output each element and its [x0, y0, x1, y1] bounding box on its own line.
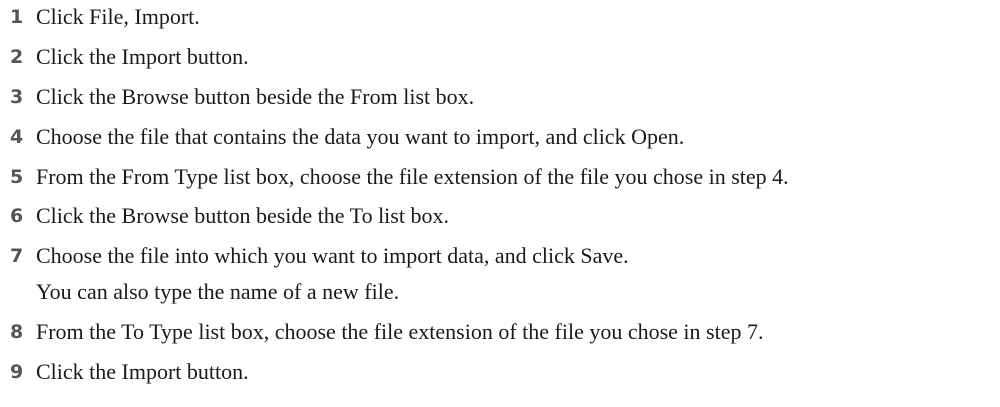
list-item: 5 From the From Type list box, choose th… — [0, 160, 789, 194]
list-item: 6 Click the Browse button beside the To … — [0, 199, 449, 233]
step-text: Choose the file that contains the data y… — [36, 124, 685, 149]
step-number: 6 — [10, 205, 24, 227]
list-item: 8 From the To Type list box, choose the … — [0, 315, 763, 349]
step-text: Click File, Import. — [36, 4, 200, 29]
step-number: 4 — [10, 126, 24, 148]
step-text: From the To Type list box, choose the fi… — [36, 319, 764, 344]
step-text: Click the Import button. — [36, 359, 249, 384]
list-item: 1 Click File, Import. — [0, 0, 200, 34]
step-number: 2 — [10, 46, 24, 68]
step-number: 9 — [10, 361, 24, 383]
list-item: 3 Click the Browse button beside the Fro… — [0, 80, 474, 114]
list-item: 7 Choose the file into which you want to… — [0, 239, 629, 273]
list-item: 4 Choose the file that contains the data… — [0, 120, 684, 154]
step-number: 5 — [10, 166, 24, 188]
step-text: From the From Type list box, choose the … — [36, 164, 789, 189]
step-text: Click the Import button. — [36, 44, 249, 69]
import-steps-list: 1 Click File, Import. 2 Click the Import… — [0, 0, 1000, 407]
step-text: Click the Browse button beside the From … — [36, 84, 475, 109]
step-text: Click the Browse button beside the To li… — [36, 203, 449, 228]
step-note: You can also type the name of a new file… — [36, 279, 400, 304]
list-item: 9 Click the Import button. — [0, 355, 249, 389]
step-text: Choose the file into which you want to i… — [36, 243, 629, 268]
step-number: 7 — [10, 245, 24, 267]
step-number: 1 — [10, 6, 24, 28]
step-number: 3 — [10, 86, 24, 108]
list-item: 2 Click the Import button. — [0, 40, 249, 74]
step-number: 8 — [10, 321, 24, 343]
